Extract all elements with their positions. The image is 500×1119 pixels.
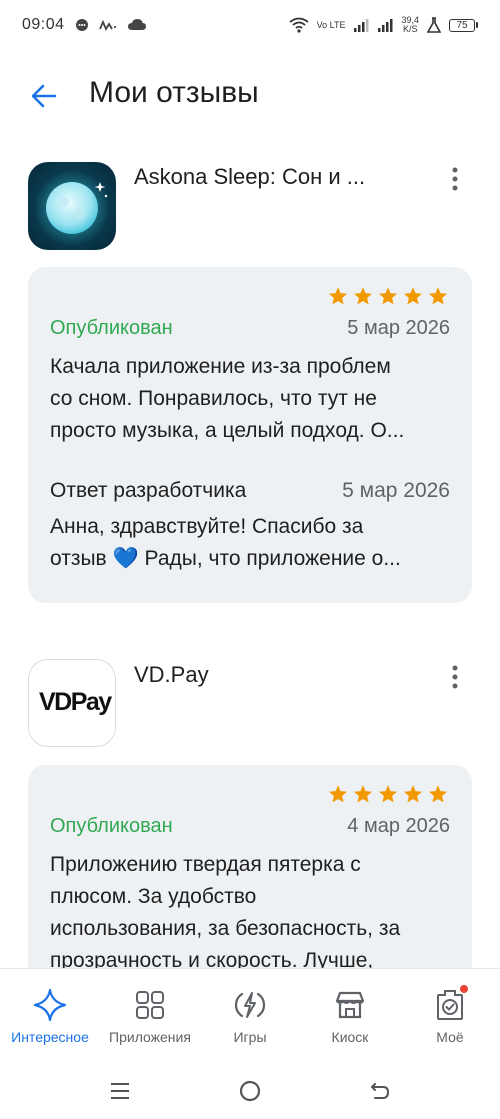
review-status-row: Опубликован 4 мар 2026 [50,815,450,838]
nav-item-interesting[interactable]: Интересное [0,969,100,1060]
notification-dot [460,985,468,993]
developer-reply-line: Анна, здравствуйте! Спасибо за [50,515,364,538]
page-title: Мои отзывы [89,76,259,109]
home-circle-icon [239,1080,261,1101]
star-icon [329,287,347,305]
review-text-line: прозрачность и скорость. Лучше, [50,949,374,968]
star-icon [354,785,372,803]
more-options-button-askona[interactable] [440,164,470,194]
recents-button[interactable] [105,1076,135,1106]
bottom-navigation: Интересное Приложения Игры Киоск Моё [0,968,500,1060]
rating-stars [328,784,448,804]
battery-level: 75 [449,18,475,32]
speed-unit: K/S [402,24,418,34]
status-right: Vo LTE 39,4 K/S 75 [289,16,478,34]
back-system-button[interactable] [365,1076,395,1106]
nav-item-kiosk[interactable]: Киоск [300,969,400,1060]
more-options-button-vdpay[interactable] [440,662,470,692]
review-status-row: Опубликован 5 мар 2026 [50,317,450,340]
star-icon [429,785,447,803]
star-icon [404,785,422,803]
signal-icon-1 [353,18,369,32]
star-icon [329,785,347,803]
return-icon [371,1082,390,1099]
vdpay-app-icon: VDPay [28,659,116,747]
app-header: Мои отзывы [0,62,500,128]
star-icon [429,287,447,305]
nav-item-my[interactable]: Моё [400,969,500,1060]
nav-label: Приложения [109,1029,191,1045]
review-text-line: просто музыка, а целый подход. О... [50,419,405,442]
flask-icon [427,17,441,33]
back-button[interactable] [28,80,60,112]
apps-grid-icon [132,987,168,1023]
nav-item-apps[interactable]: Приложения [100,969,200,1060]
more-vert-icon [452,167,458,191]
activity-icon [98,18,117,32]
review-app-row-askona[interactable]: Askona Sleep: Сон и ... [0,160,500,250]
developer-reply-line: отзыв 💙 Рады, что приложение о... [50,547,401,570]
more-vert-icon [452,665,458,689]
app-name-askona: Askona Sleep: Сон и ... [134,164,366,189]
review-text: Приложению твердая пятерка с плюсом. За … [50,849,450,968]
review-date: 4 мар 2026 [347,815,450,837]
status-published: Опубликован [50,815,173,837]
status-bar: 09:04 Vo LTE 39,4 K/S 75 [0,0,500,50]
review-text: Качала приложение из-за проблем со сном.… [50,351,450,447]
rating-stars [328,286,448,306]
developer-reply-header: Ответ разработчика 5 мар 2026 [50,479,450,503]
review-text-line: Приложению твердая пятерка с [50,853,361,876]
nav-label: Интересное [11,1029,89,1045]
nav-label: Игры [233,1029,267,1045]
review-text-line: Качала приложение из-за проблем [50,355,391,378]
kiosk-icon [332,987,368,1023]
review-date: 5 мар 2026 [347,317,450,339]
developer-reply-label: Ответ разработчика [50,479,247,502]
network-label: Vo LTE [316,19,346,30]
star-icon [379,287,397,305]
review-text-line: использования, за безопасность, за [50,917,401,940]
menu-icon [111,1082,129,1099]
back-arrow-icon [31,84,57,108]
clock: 09:04 [22,16,65,33]
developer-reply-text: Анна, здравствуйте! Спасибо за отзыв 💙 Р… [50,511,450,575]
cloud-icon [127,18,147,32]
nav-label: Моё [436,1029,464,1045]
status-published: Опубликован [50,317,173,339]
game-icon [232,987,268,1023]
battery-icon: 75 [449,18,478,32]
star-icon [404,287,422,305]
vdpay-logo: VDPay [39,688,112,716]
status-left: 09:04 [22,16,147,34]
review-card-askona[interactable]: Опубликован 5 мар 2026 Качала приложение… [28,267,472,603]
system-navigation [0,1062,500,1119]
sparkle-icon [32,987,68,1023]
review-app-row-vdpay[interactable]: VDPay VD.Pay [0,658,500,748]
star-icon [354,287,372,305]
nav-item-games[interactable]: Игры [200,969,300,1060]
network-speed: 39,4 K/S [401,16,419,34]
review-text-line: плюсом. За удобство [50,885,257,908]
app-name-vdpay: VD.Pay [134,662,209,687]
nav-label: Киоск [331,1029,369,1045]
signal-icon-2 [377,18,393,32]
review-card-vdpay[interactable]: Опубликован 4 мар 2026 Приложению тверда… [28,765,472,968]
wifi-icon [289,17,309,33]
review-text-line: со сном. Понравилось, что тут не [50,387,377,410]
developer-reply-date: 5 мар 2026 [342,479,450,502]
chat-icon [75,18,89,32]
star-icon [379,785,397,803]
askona-app-icon [28,162,116,250]
home-button[interactable] [235,1076,265,1106]
